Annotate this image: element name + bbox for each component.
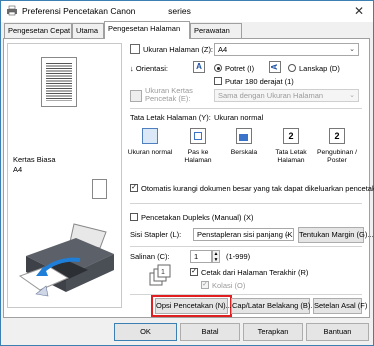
help-button[interactable]: Bantuan	[306, 323, 369, 341]
stamp-background-button[interactable]: Cap/Latar Belakang (B)...	[231, 298, 317, 314]
fit-to-page-icon	[190, 128, 206, 144]
printer-illustration-icon	[14, 212, 118, 306]
collate-checkbox[interactable]: ✓	[201, 281, 209, 289]
stapling-label: Sisi Stapler (L):	[130, 230, 182, 239]
chevron-down-icon: ⌄	[349, 92, 355, 99]
copies-label: Salinan (C):	[130, 252, 170, 261]
layout-normal-option[interactable]: Ukuran normal	[128, 128, 172, 168]
collate-label: Kolasi (O)	[212, 281, 246, 290]
scaled-icon	[236, 128, 252, 144]
copies-range: (1-999)	[226, 252, 251, 261]
orientation-label-text: Orientasi:	[135, 64, 168, 73]
page-size-value: A4	[218, 45, 228, 54]
auto-reduce-label: Otomatis kurangi dokumen besar yang tak …	[141, 184, 374, 193]
page-size-icon	[130, 44, 140, 54]
tab-maintenance[interactable]: Perawatan	[190, 23, 242, 38]
layout-label: Pas ke Halaman	[184, 149, 212, 164]
title-bar: Preferensi Pencetakan Canon series ✕	[1, 1, 373, 22]
stapling-value: Penstapleran sisi panjang (Kri)	[197, 230, 294, 239]
cancel-button[interactable]: Batal	[180, 323, 240, 341]
stapling-select[interactable]: Penstapleran sisi panjang (Kri) ⌄	[193, 228, 294, 241]
landscape-icon: A	[269, 61, 281, 73]
print-options-button[interactable]: Opsi Pencetakan (N)...	[155, 298, 232, 314]
portrait-label: Potret (I)	[225, 64, 255, 73]
paper-size-label: A4	[13, 165, 23, 174]
normal-size-icon	[142, 128, 158, 144]
paper-type-label: Kertas Biasa	[13, 155, 56, 164]
landscape-radio[interactable]	[288, 64, 296, 72]
copies-stepper[interactable]: ▲ ▼	[212, 250, 220, 263]
apply-button[interactable]: Terapkan	[243, 323, 303, 341]
page-layout-label: Tata Letak Halaman (Y):	[130, 113, 211, 122]
page-preview-icon	[41, 57, 77, 107]
printer-paper-icon	[130, 90, 142, 102]
landscape-label: Lanskap (D)	[299, 64, 340, 73]
window-title: Preferensi Pencetakan Canon series	[22, 6, 191, 16]
tab-quick-setup[interactable]: Pengesetan Cepat	[4, 23, 72, 38]
ok-button[interactable]: OK	[114, 323, 177, 341]
copies-input[interactable]: 1	[190, 250, 212, 263]
layout-label: Ukuran normal	[127, 149, 173, 156]
layout-label: Pengubinan / Poster	[316, 149, 358, 164]
auto-reduce-checkbox[interactable]: ✓	[130, 184, 138, 192]
defaults-button[interactable]: Setelan Asal (F)	[313, 298, 367, 314]
chevron-down-icon: ⌄	[349, 46, 355, 53]
layout-tiling-option[interactable]: 2 Pengubinan / Poster	[316, 128, 358, 168]
layout-label: Berskala	[230, 149, 258, 156]
duplex-checkbox[interactable]	[130, 213, 138, 221]
tab-label: Pengesetan Halaman	[108, 24, 181, 33]
page-size-label: Ukuran Halaman (Z):	[143, 45, 214, 54]
layout-label: Tata Letak Halaman	[275, 149, 307, 164]
tab-label: Utama	[76, 26, 99, 35]
rotate-checkbox[interactable]	[214, 77, 222, 85]
orientation-label: ↓ Orientasi:	[130, 64, 168, 73]
printer-paper-select[interactable]: Sama dengan Ukuran Halaman ⌄	[214, 89, 359, 102]
chevron-down-icon: ⌄	[284, 231, 290, 238]
divider	[130, 246, 362, 247]
duplex-label: Pencetakan Dupleks (Manual) (X)	[141, 213, 254, 222]
rotate-label: Putar 180 derajat (1)	[225, 77, 294, 86]
portrait-icon: A	[193, 61, 205, 73]
page-layout-icon: 2	[283, 128, 299, 144]
printer-app-icon	[6, 5, 18, 16]
tab-page-setup[interactable]: Pengesetan Halaman	[104, 21, 190, 39]
paper-preview-icon[interactable]	[92, 179, 107, 199]
page-size-select[interactable]: A4 ⌄	[214, 43, 359, 56]
tiling-poster-icon: 2	[329, 128, 345, 144]
tab-label: Perawatan	[194, 26, 230, 35]
layout-fit-option[interactable]: Pas ke Halaman	[177, 128, 219, 168]
close-icon[interactable]: ✕	[349, 4, 369, 19]
copies-value: 1	[194, 252, 199, 261]
page-layout-value: Ukuran normal	[214, 113, 264, 122]
print-from-last-page-label: Cetak dari Halaman Terakhir (R)	[201, 268, 309, 277]
portrait-radio[interactable]	[214, 64, 222, 72]
layout-page-layout-option[interactable]: 2 Tata Letak Halaman	[270, 128, 312, 168]
window-title-text: Preferensi Pencetakan Canon	[22, 6, 136, 16]
divider	[130, 108, 362, 109]
specify-margin-button[interactable]: Tentukan Margin (G)...	[298, 227, 374, 243]
printer-paper-label: Ukuran Kertas Pencetak (E):	[145, 86, 193, 103]
printer-paper-value: Sama dengan Ukuran Halaman	[218, 91, 324, 100]
tab-main[interactable]: Utama	[72, 23, 104, 38]
print-from-last-page-checkbox[interactable]: ✓	[190, 268, 198, 276]
layout-scaled-option[interactable]: Berskala	[223, 128, 265, 168]
divider	[130, 203, 362, 204]
copies-stack-icon: 1	[148, 263, 172, 287]
svg-text:1: 1	[161, 269, 165, 276]
tab-label: Pengesetan Cepat	[8, 26, 71, 35]
window-title-suffix: series	[168, 6, 191, 16]
